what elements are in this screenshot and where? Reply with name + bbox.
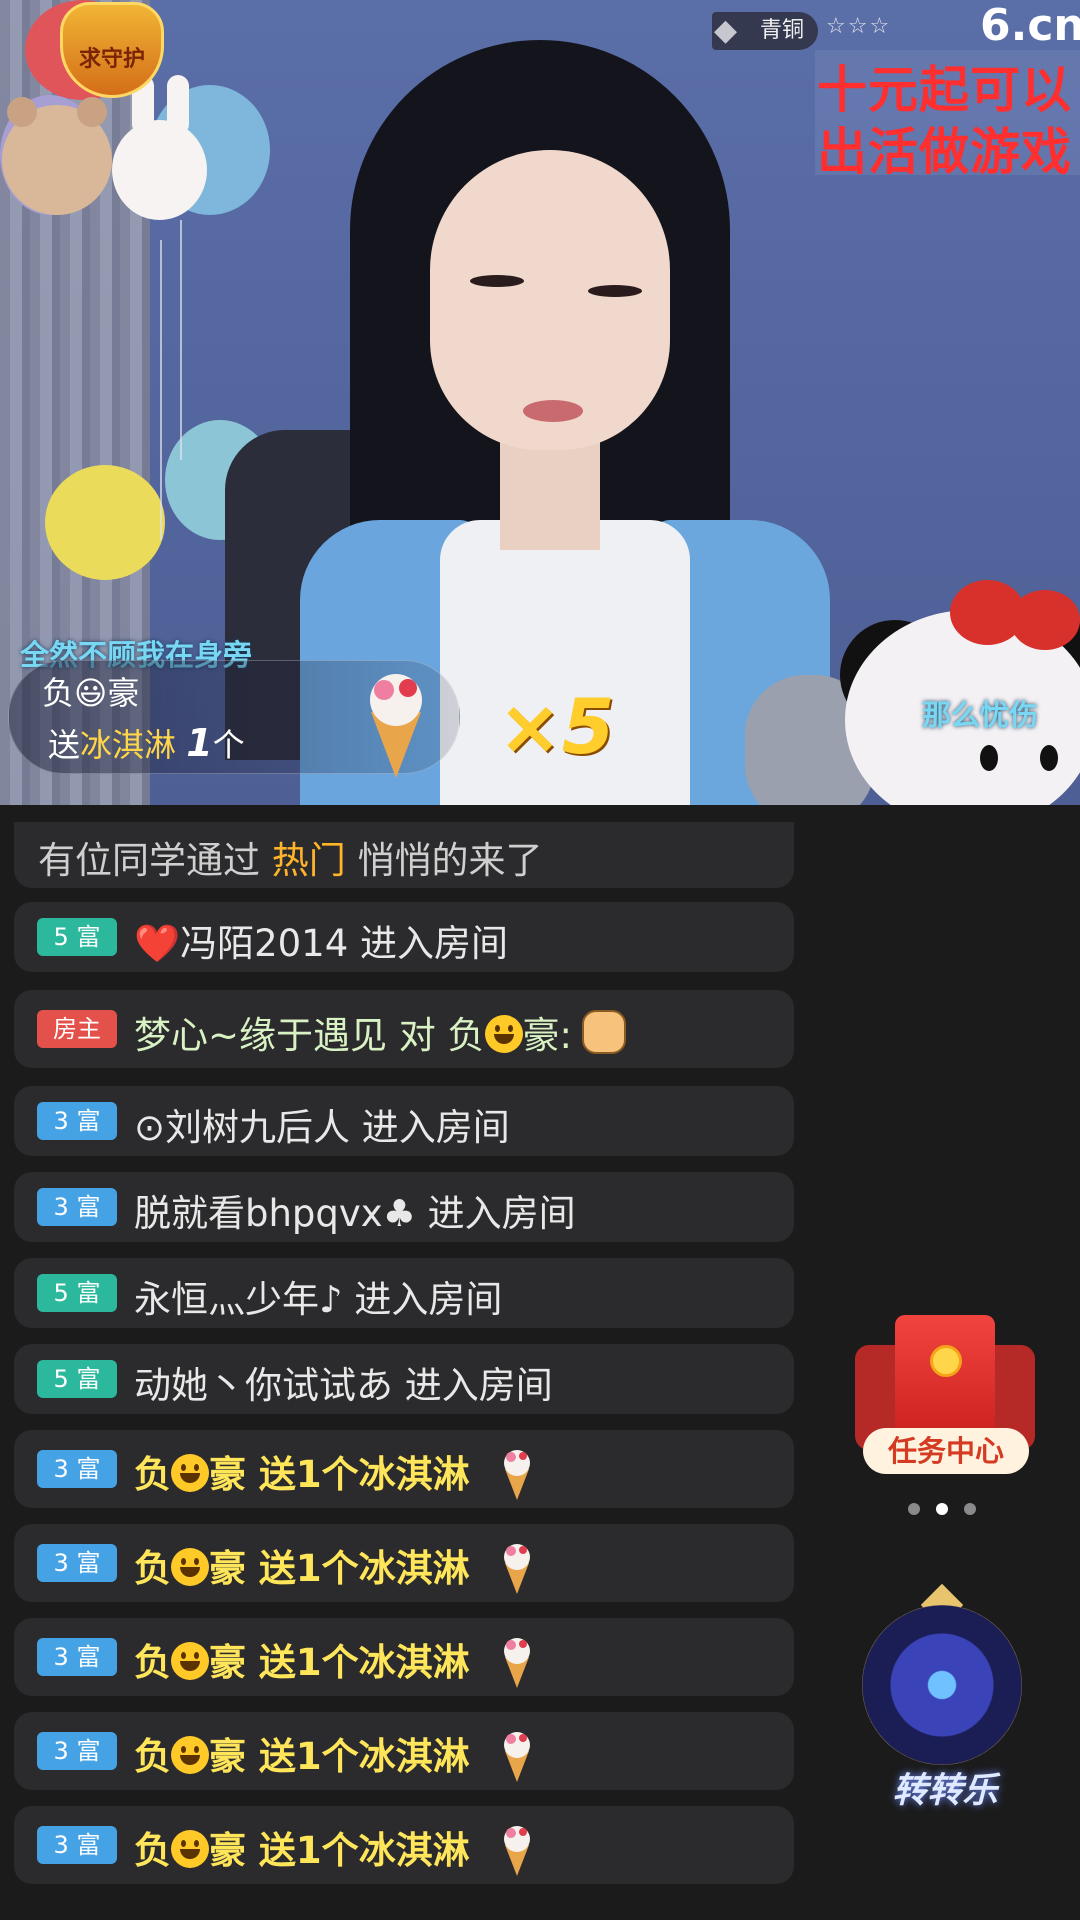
- ice-cream-icon: [503, 1544, 530, 1594]
- carousel-dot-active[interactable]: [936, 1503, 948, 1515]
- wealth-level-badge: 5 富: [37, 1360, 117, 1398]
- gift-message[interactable]: 3 富 负豪 送1个冰淇淋: [14, 1524, 794, 1602]
- system-notice: 有位同学通过 热门 悄悄的来了: [14, 822, 794, 888]
- live-video[interactable]: 求守护 ◆ 青铜 ☆☆☆ 6.cn 十元起可以 出活做游戏 全然不顾我在身旁 那…: [0, 0, 1080, 805]
- message-text: 负豪 送1个冰淇淋: [134, 1820, 537, 1877]
- smile-icon: [171, 1454, 209, 1492]
- balloon-string: [180, 220, 182, 460]
- eye: [588, 285, 642, 297]
- message-text: 负豪 送1个冰淇淋: [134, 1538, 537, 1595]
- ice-cream-icon: [503, 1826, 530, 1876]
- wealth-level-badge: 3 富: [37, 1450, 117, 1488]
- smile-icon: [171, 1548, 209, 1586]
- balloon-string: [160, 240, 162, 540]
- message-text: 梦心~缘于遇见 对 负豪:: [134, 1005, 626, 1059]
- doll-eye: [980, 745, 998, 771]
- chat-message[interactable]: 房主 梦心~缘于遇见 对 负豪:: [14, 990, 794, 1068]
- wealth-level-badge: 3 富: [37, 1826, 117, 1864]
- lyric-caption: 那么忧伤: [922, 698, 1039, 732]
- smile-icon: [171, 1642, 209, 1680]
- gift-description: 送冰淇淋 1个: [48, 721, 245, 765]
- notice-line: 出活做游戏: [817, 123, 1072, 181]
- doll-eye: [1040, 745, 1058, 771]
- wealth-level-badge: 3 富: [37, 1188, 117, 1226]
- carousel-dot[interactable]: [908, 1503, 920, 1515]
- gift-message[interactable]: 3 富 负豪 送1个冰淇淋: [14, 1618, 794, 1696]
- site-logo: 6.cn: [980, 0, 1080, 51]
- smile-icon: [171, 1830, 209, 1868]
- message-text: ❤️冯陌2014 进入房间: [134, 922, 508, 965]
- ice-cream-icon: [503, 1638, 530, 1688]
- rank-label: 青铜: [760, 18, 805, 43]
- wealth-level-badge: 5 富: [37, 1274, 117, 1312]
- wealth-level-badge: 3 富: [37, 1638, 117, 1676]
- host-badge: 房主: [37, 1010, 117, 1048]
- fist-icon: [582, 1010, 626, 1054]
- ice-cream-icon: [503, 1450, 530, 1500]
- gift-message[interactable]: 3 富 负豪 送1个冰淇淋: [14, 1806, 794, 1884]
- chat-message[interactable]: 5 富 动她丶你试试あ 进入房间: [14, 1344, 794, 1414]
- message-text: 脱就看bhpqvx♣ 进入房间: [134, 1192, 576, 1235]
- wealth-level-badge: 3 富: [37, 1544, 117, 1582]
- message-text: ⊙刘树九后人 进入房间: [134, 1106, 510, 1149]
- chat-message[interactable]: 3 富 ⊙刘树九后人 进入房间: [14, 1086, 794, 1156]
- eye: [470, 275, 524, 287]
- message-text: 负豪 送1个冰淇淋: [134, 1726, 537, 1783]
- wealth-level-badge: 3 富: [37, 1732, 117, 1770]
- balloon-yellow: [45, 465, 165, 580]
- chat-message[interactable]: 5 富 ❤️冯陌2014 进入房间: [14, 902, 794, 972]
- carousel-dot[interactable]: [964, 1503, 976, 1515]
- rank-badge[interactable]: ◆ 青铜: [712, 12, 818, 50]
- chat-message[interactable]: 3 富 脱就看bhpqvx♣ 进入房间: [14, 1172, 794, 1242]
- ice-cream-icon: [370, 674, 422, 778]
- task-center-button[interactable]: 任务中心: [855, 1310, 1035, 1485]
- doll-bow: [1010, 590, 1080, 650]
- gift-sender[interactable]: 负😃豪: [42, 668, 139, 714]
- task-center-label: 任务中心: [863, 1428, 1029, 1474]
- rank-stars: ☆☆☆: [826, 14, 892, 39]
- diamond-icon: ◆: [714, 13, 738, 48]
- gift-message[interactable]: 3 富 负豪 送1个冰淇淋: [14, 1712, 794, 1790]
- rabbit-sticker: [112, 75, 207, 220]
- red-envelope: [895, 1315, 995, 1445]
- smile-icon: [484, 1015, 523, 1053]
- gift-combo: ×5: [498, 682, 615, 771]
- message-text: 永恒灬少年♪ 进入房间: [134, 1278, 503, 1321]
- lucky-wheel-label: 转转乐: [892, 1771, 998, 1811]
- message-text: 负豪 送1个冰淇淋: [134, 1444, 537, 1501]
- chat-message[interactable]: 5 富 永恒灬少年♪ 进入房间: [14, 1258, 794, 1328]
- lucky-wheel-button[interactable]: [862, 1605, 1022, 1765]
- stream-notice: 十元起可以 出活做游戏: [815, 50, 1080, 181]
- ice-cream-icon: [503, 1732, 530, 1782]
- smile-icon: [171, 1736, 209, 1774]
- wealth-level-badge: 5 富: [37, 918, 117, 956]
- message-text: 负豪 送1个冰淇淋: [134, 1632, 537, 1689]
- message-text: 动她丶你试试あ 进入房间: [134, 1364, 553, 1407]
- gift-message[interactable]: 3 富 负豪 送1个冰淇淋: [14, 1430, 794, 1508]
- notice-text: 有位同学通过 热门 悄悄的来了: [38, 839, 543, 882]
- wealth-level-badge: 3 富: [37, 1102, 117, 1140]
- lips: [523, 400, 583, 422]
- coin-icon: [930, 1345, 962, 1377]
- carousel-indicator[interactable]: [908, 1500, 992, 1519]
- bear-sticker: [2, 97, 112, 215]
